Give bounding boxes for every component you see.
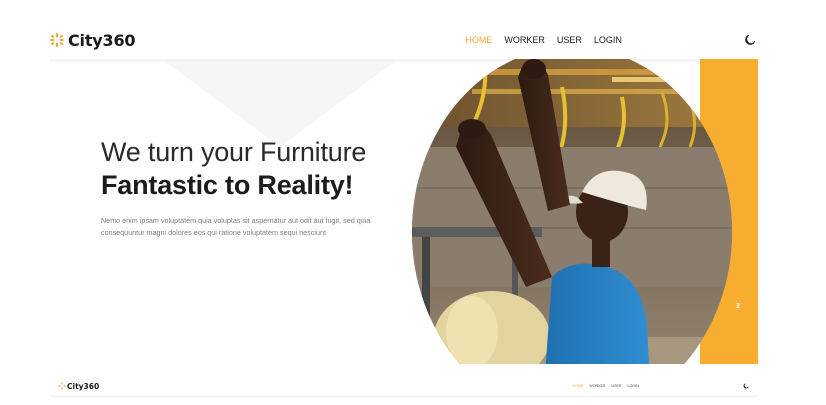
mini-moon-icon — [743, 383, 749, 389]
nav-home[interactable]: HOME — [465, 35, 492, 45]
mini-divider — [50, 396, 758, 397]
mini-brand-link[interactable]: City360 — [58, 382, 99, 391]
hero-section: 2 We turn your Furniture Fantastic to Re… — [50, 59, 758, 364]
mini-navbar: City360 HOME WORKER USER LOGIN — [58, 378, 758, 394]
theme-toggle-button[interactable] — [742, 32, 758, 48]
nav-user[interactable]: USER — [557, 35, 582, 45]
hero-title-bold: Fantastic to Reality! — [101, 170, 354, 200]
brand-name: City360 — [68, 30, 136, 50]
mini-nav-links: HOME WORKER USER LOGIN — [573, 384, 639, 388]
mini-nav-login[interactable]: LOGIN — [627, 384, 638, 388]
brand-logo-link[interactable]: City360 — [50, 30, 136, 50]
worker-photo — [412, 59, 732, 364]
mini-nav-home[interactable]: HOME — [573, 384, 584, 388]
hero-background-triangle — [162, 59, 398, 147]
slide-number: 2 — [736, 303, 740, 310]
hero-description: Nemo enim ipsam voluptatem quia voluptas… — [101, 216, 371, 237]
mini-theme-toggle-button[interactable] — [742, 382, 750, 390]
hero-title-light: We turn your Furniture — [101, 137, 367, 167]
hero-image — [412, 59, 732, 364]
main-nav: HOME WORKER USER LOGIN — [465, 35, 622, 45]
mini-brand-name: City360 — [67, 381, 100, 391]
mini-nav-user[interactable]: USER — [611, 384, 621, 388]
hero-top-shadow — [50, 59, 758, 64]
nav-login[interactable]: LOGIN — [594, 35, 622, 45]
moon-icon — [745, 34, 756, 45]
sparkle-logo-icon — [50, 33, 64, 47]
nav-worker[interactable]: WORKER — [504, 35, 545, 45]
mini-sparkle-logo-icon — [58, 382, 66, 390]
mini-nav-worker[interactable]: WORKER — [589, 384, 605, 388]
top-navbar: City360 HOME WORKER USER LOGIN — [50, 22, 758, 58]
